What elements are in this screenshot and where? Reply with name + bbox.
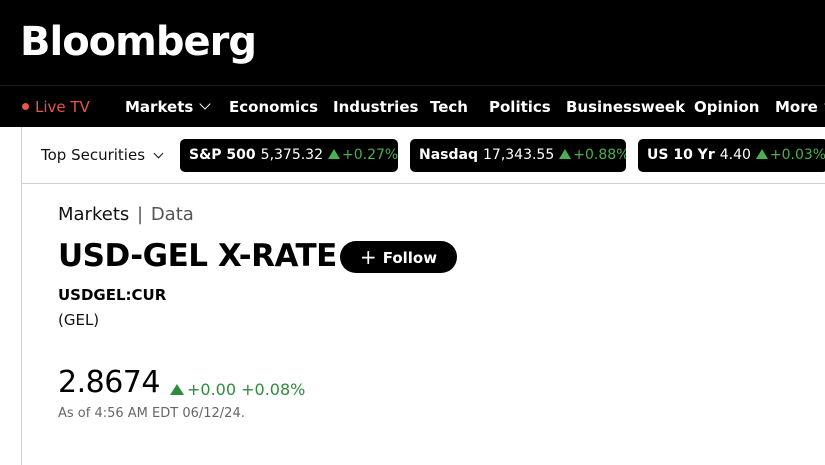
nav-tech[interactable]: Tech [430, 86, 468, 128]
content-divider [21, 184, 22, 465]
price-change: +0.00 +0.08% [170, 380, 305, 399]
nav-markets[interactable]: Markets [125, 86, 211, 128]
nav-more-label: More [775, 98, 818, 116]
chevron-down-icon [153, 148, 164, 159]
nav-live-tv[interactable]: Live TV [22, 86, 90, 128]
security-name: US 10 Yr [647, 147, 715, 163]
nav-live-tv-label: Live TV [35, 98, 90, 116]
main-nav: Live TV Markets Economics Industries Tec… [0, 85, 825, 127]
breadcrumb: Markets | Data [58, 204, 194, 225]
price-change-abs: +0.00 [187, 380, 237, 399]
bloomberg-logo[interactable]: Bloomberg [20, 17, 257, 67]
arrow-up-icon [559, 149, 572, 159]
breadcrumb-markets[interactable]: Markets [58, 204, 129, 225]
follow-button[interactable]: + Follow [340, 241, 457, 273]
nav-politics[interactable]: Politics [489, 86, 551, 128]
arrow-up-icon [170, 384, 184, 395]
top-securities-label: Top Securities [41, 146, 146, 164]
price-change-pct: +0.08% [241, 380, 306, 399]
security-pill-nasdaq[interactable]: Nasdaq 17,343.55 +0.88% [410, 139, 626, 172]
site-header: Bloomberg [0, 0, 825, 85]
security-value: 4.40 [719, 147, 751, 163]
currency-code: (GEL) [58, 311, 100, 329]
ticker-symbol: USDGEL:CUR [58, 286, 167, 304]
security-pill-us10yr[interactable]: US 10 Yr 4.40 +0.03% [638, 139, 825, 172]
current-price: 2.8674 [58, 365, 160, 400]
nav-industries[interactable]: Industries [333, 86, 418, 128]
nav-businessweek[interactable]: Businessweek [566, 86, 685, 128]
nav-more[interactable]: More [775, 86, 825, 128]
as-of-timestamp: As of 4:56 AM EDT 06/12/24. [58, 406, 245, 421]
arrow-up-icon [328, 149, 340, 159]
security-pill-sp500[interactable]: S&P 500 5,375.32 +0.27% [180, 139, 398, 172]
breadcrumb-separator: | [137, 204, 144, 225]
security-name: S&P 500 [189, 147, 256, 163]
plus-icon: + [359, 245, 377, 269]
nav-markets-label: Markets [125, 98, 194, 116]
breadcrumb-data[interactable]: Data [151, 204, 194, 225]
live-dot-icon [22, 103, 29, 110]
top-securities-dropdown[interactable]: Top Securities [41, 146, 164, 164]
security-change: +0.88% [573, 147, 626, 163]
nav-opinion[interactable]: Opinion [694, 86, 759, 128]
follow-label: Follow [382, 249, 438, 267]
securities-strip: Top Securities S&P 500 5,375.32 +0.27% Nas… [21, 127, 825, 184]
chevron-down-icon [199, 98, 211, 110]
security-value: 17,343.55 [483, 147, 555, 163]
nav-economics[interactable]: Economics [229, 86, 318, 128]
security-value: 5,375.32 [260, 147, 323, 163]
page-title: USD-GEL X-RATE [58, 238, 337, 274]
arrow-up-icon [755, 149, 768, 159]
security-change: +0.27% [342, 147, 398, 163]
security-change: +0.03% [769, 147, 825, 163]
security-name: Nasdaq [419, 147, 478, 163]
